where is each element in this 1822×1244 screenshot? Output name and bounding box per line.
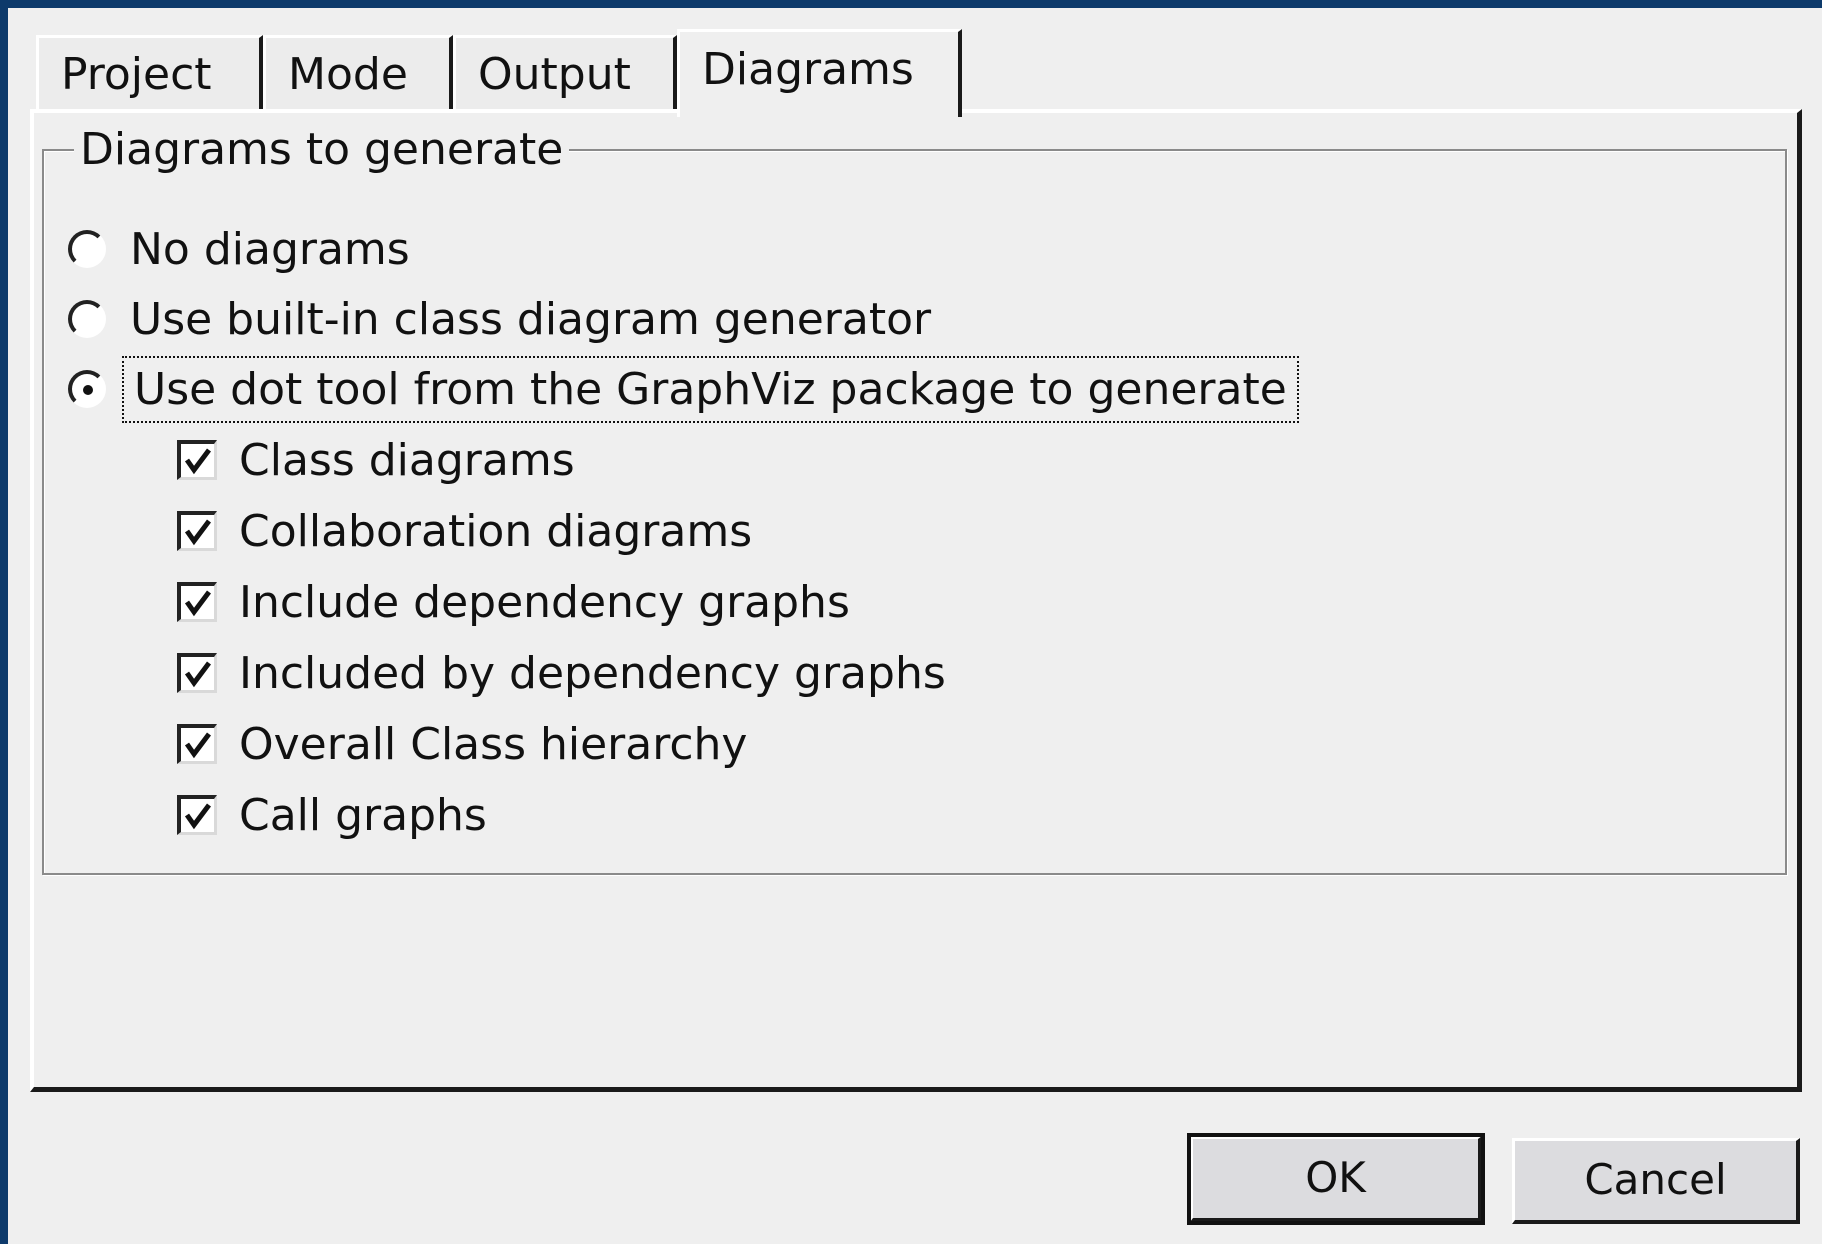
tab-project[interactable]: Project (36, 35, 263, 111)
tab-project-label: Project (61, 49, 212, 100)
checkbox-overall-class-hierarchy[interactable]: Overall Class hierarchy (177, 714, 747, 774)
radio-label: No diagrams (130, 223, 410, 275)
radio-no-diagrams[interactable]: No diagrams (68, 219, 410, 279)
checkbox[interactable] (177, 724, 217, 764)
checkbox[interactable] (177, 440, 217, 480)
checkbox[interactable] (177, 795, 217, 835)
diagrams-page: Diagrams to generate No diagrams Use bui… (30, 109, 1802, 1092)
checkbox-label: Class diagrams (239, 434, 575, 486)
radio-builtin-generator[interactable]: Use built-in class diagram generator (68, 289, 931, 349)
tab-mode-label: Mode (288, 49, 408, 100)
cancel-button[interactable]: Cancel (1512, 1138, 1800, 1224)
checkbox-collaboration-diagrams[interactable]: Collaboration diagrams (177, 501, 752, 561)
checkbox-class-diagrams[interactable]: Class diagrams (177, 430, 575, 490)
tab-mode[interactable]: Mode (263, 35, 453, 111)
settings-dialog: Project Mode Output Diagrams Diagrams to… (8, 8, 1822, 1244)
checkbox[interactable] (177, 653, 217, 693)
radio-graphviz-dot[interactable]: Use dot tool from the GraphViz package t… (68, 355, 1299, 423)
checkmark-icon (184, 448, 211, 474)
group-title: Diagrams to generate (74, 123, 570, 177)
checkmark-icon (184, 590, 211, 616)
tab-diagrams[interactable]: Diagrams (677, 29, 962, 117)
tab-output-label: Output (478, 49, 631, 100)
checkbox-included-by-dependency-graphs[interactable]: Included by dependency graphs (177, 643, 946, 703)
checkbox[interactable] (177, 511, 217, 551)
radio-button[interactable] (68, 300, 106, 338)
checkbox[interactable] (177, 582, 217, 622)
checkmark-icon (184, 519, 211, 545)
checkbox-label: Overall Class hierarchy (239, 718, 748, 770)
checkbox-label: Include dependency graphs (239, 576, 850, 628)
checkbox-label: Included by dependency graphs (239, 647, 946, 699)
radio-button[interactable] (68, 230, 106, 268)
checkbox-label: Collaboration diagrams (239, 505, 753, 557)
ok-button[interactable]: OK (1187, 1133, 1485, 1225)
checkmark-icon (184, 732, 211, 758)
checkmark-icon (184, 661, 211, 687)
radio-label: Use built-in class diagram generator (130, 293, 932, 345)
radio-button[interactable] (68, 370, 106, 408)
tab-output[interactable]: Output (453, 35, 677, 111)
tab-diagrams-label: Diagrams (702, 44, 914, 95)
checkbox-label: Call graphs (239, 789, 487, 841)
checkbox-call-graphs[interactable]: Call graphs (177, 785, 487, 845)
checkmark-icon (184, 803, 211, 829)
radio-label: Use dot tool from the GraphViz package t… (122, 355, 1299, 423)
diagrams-group: Diagrams to generate No diagrams Use bui… (42, 123, 1787, 875)
checkbox-include-dependency-graphs[interactable]: Include dependency graphs (177, 572, 850, 632)
ok-button-label: OK (1305, 1153, 1366, 1202)
cancel-button-label: Cancel (1584, 1155, 1727, 1204)
